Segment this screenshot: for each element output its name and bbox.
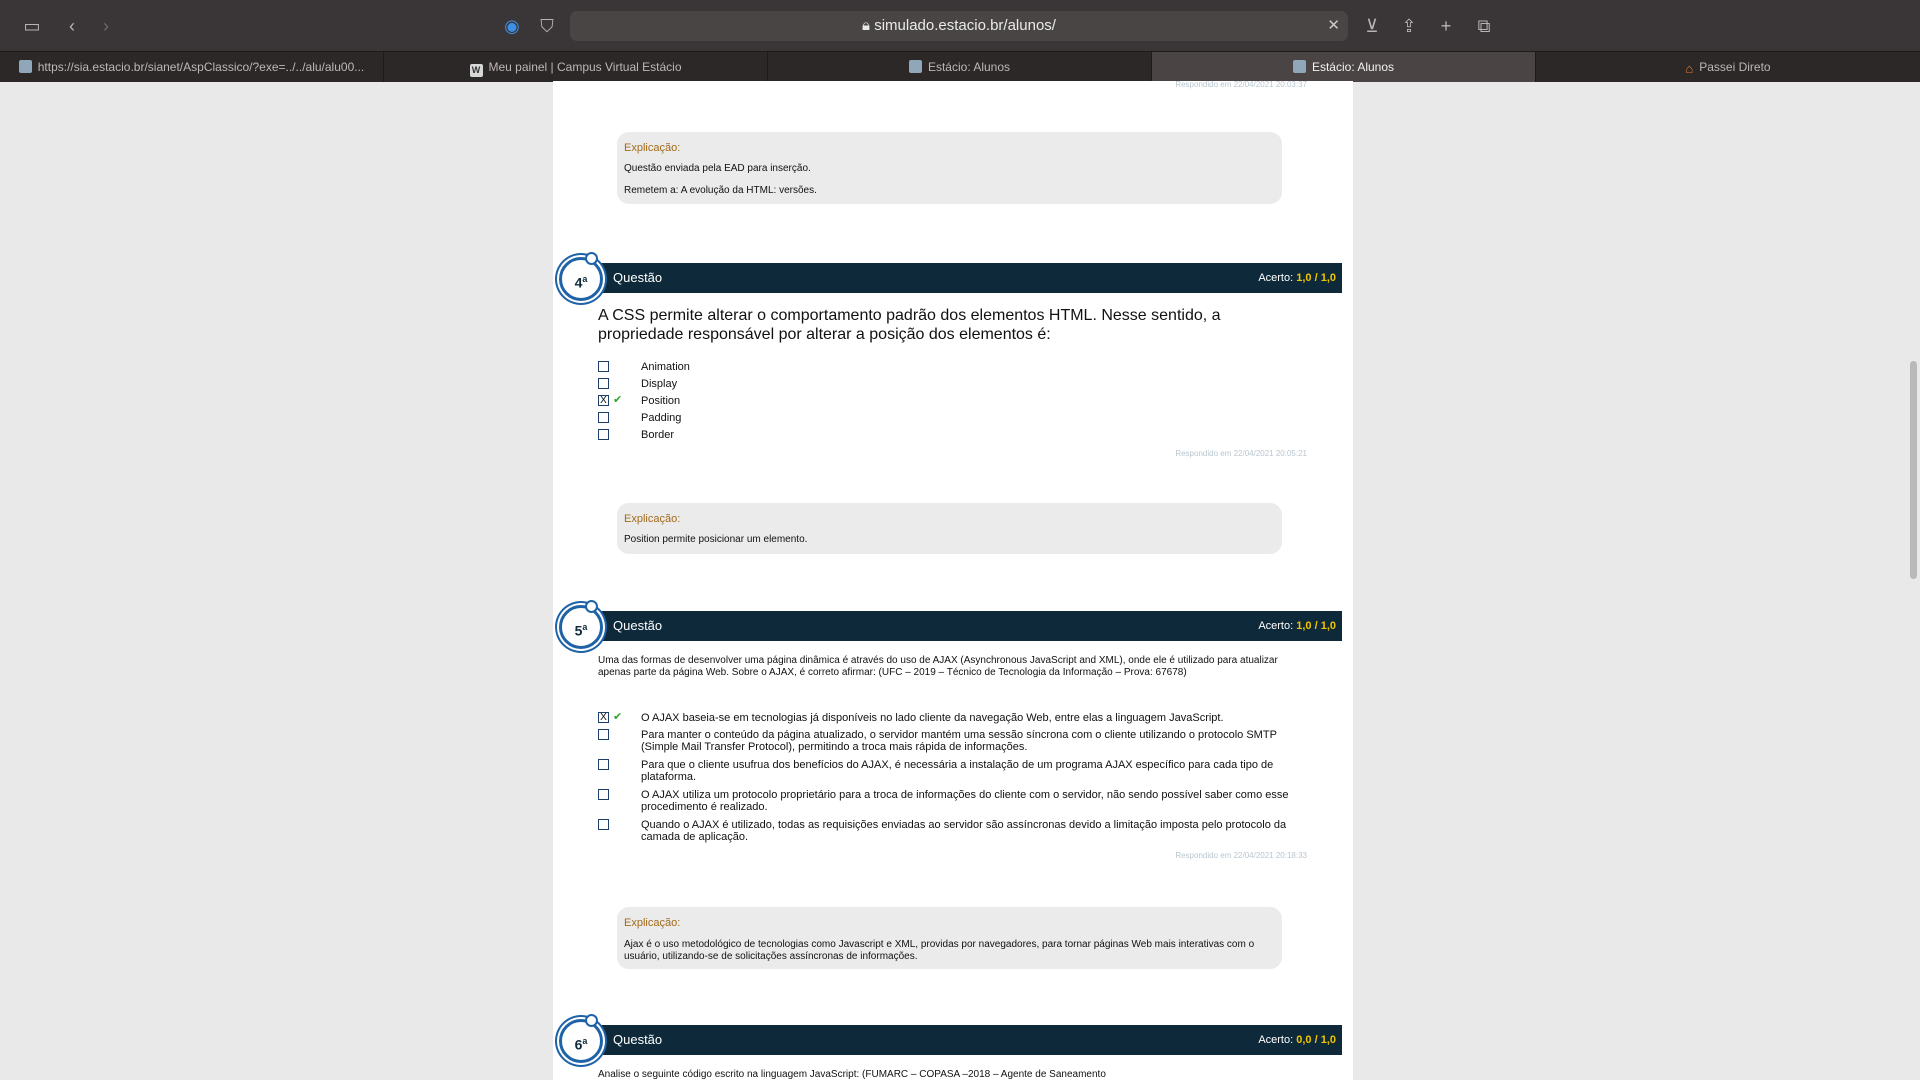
question-text: Analise o seguinte código escrito na lin… xyxy=(598,1069,1106,1080)
sidebar-toggle-icon[interactable]: ▭ xyxy=(18,12,46,40)
option-checkbox[interactable] xyxy=(598,759,609,770)
correct-check-icon: ✔ xyxy=(613,394,623,406)
question-title: Questão xyxy=(613,270,663,285)
page-viewport: Respondido em 22/04/2021 20:03:37 Explic… xyxy=(0,81,1920,1080)
question-score: Acerto: 1,0 / 1,0 xyxy=(1258,620,1336,632)
question-header: Questão Acerto: 0,0 / 1,0 xyxy=(569,1025,1342,1055)
question-title: Questão xyxy=(613,618,663,633)
back-icon[interactable]: ‹ xyxy=(58,12,86,40)
option-checkbox[interactable]: X xyxy=(598,395,609,406)
explanation-box: Explicação: Position permite posicionar … xyxy=(617,503,1282,554)
explanation-title: Explicação: xyxy=(624,142,681,154)
question-text: Uma das formas de desenvolver uma página… xyxy=(598,655,1278,678)
responded-timestamp: Respondido em 22/04/2021 20:03:37 xyxy=(1175,81,1307,89)
lock-icon: 🔒︎ xyxy=(862,17,875,34)
option-checkbox[interactable] xyxy=(598,412,609,423)
explanation-text: Ajax é o uso metodológico de tecnologias… xyxy=(624,939,1255,962)
correct-check-icon: ✔ xyxy=(613,711,623,723)
question-number-badge: 5a xyxy=(559,605,603,649)
explanation-title: Explicação: xyxy=(624,917,681,929)
explanation-box: Explicação: Ajax é o uso metodológico de… xyxy=(617,907,1282,969)
question-header: Questão Acerto: 1,0 / 1,0 xyxy=(569,611,1342,641)
site-icon xyxy=(18,60,32,73)
option-checkbox[interactable] xyxy=(598,361,609,372)
question-title: Questão xyxy=(613,1032,663,1047)
option-checkbox[interactable] xyxy=(598,729,609,740)
share-icon[interactable]: ⇪ xyxy=(1395,12,1423,40)
explanation-text: Questão enviada pela EAD para inserção. xyxy=(624,163,811,174)
responded-timestamp: Respondido em 22/04/2021 20:05:21 xyxy=(1175,449,1307,458)
tab-sia[interactable]: https://sia.estacio.br/sianet/AspClassic… xyxy=(0,52,384,82)
scrollbar-thumb[interactable] xyxy=(1910,361,1917,579)
question-number-badge: 6a xyxy=(559,1019,603,1063)
explanation-title: Explicação: xyxy=(624,513,681,525)
site-icon xyxy=(908,60,922,73)
site-icon xyxy=(1292,60,1306,73)
option-checkbox[interactable] xyxy=(598,378,609,389)
question-score: Acerto: 1,0 / 1,0 xyxy=(1258,272,1336,284)
option-checkbox[interactable] xyxy=(598,819,609,830)
tab-overview-icon[interactable]: ⧉ xyxy=(1470,12,1498,40)
url-text: 🔒︎ simulado.estacio.br/alunos/ xyxy=(862,17,1056,34)
badge-dot xyxy=(585,1014,598,1027)
responded-timestamp: Respondido em 22/04/2021 20:18:33 xyxy=(1175,851,1307,860)
question-header: Questão Acerto: 1,0 / 1,0 xyxy=(569,263,1342,293)
graduation-cap-icon: ⌂ xyxy=(1685,61,1694,76)
w-logo-icon: W xyxy=(469,64,483,77)
question-number-badge: 4a xyxy=(559,257,603,301)
page-scrollbar[interactable] xyxy=(1907,81,1920,1080)
explanation-box: Explicação: Questão enviada pela EAD par… xyxy=(617,132,1282,204)
downloads-icon[interactable]: ⊻ xyxy=(1358,12,1386,40)
option-checkbox[interactable]: X xyxy=(598,712,609,723)
address-bar[interactable]: 🔒︎ simulado.estacio.br/alunos/ ✕ xyxy=(570,11,1348,41)
extension-icon[interactable]: ◉ xyxy=(498,12,526,40)
explanation-text: Position permite posicionar um elemento. xyxy=(624,534,808,545)
question-score: Acerto: 0,0 / 1,0 xyxy=(1258,1034,1336,1046)
new-tab-icon[interactable]: + xyxy=(1432,12,1460,40)
tab-bar: https://sia.estacio.br/sianet/AspClassic… xyxy=(0,51,1920,82)
privacy-shield-icon[interactable]: ⛉ xyxy=(533,12,561,40)
tab-passei-direto[interactable]: ⌂ Passei Direto xyxy=(1536,52,1920,82)
option-checkbox[interactable] xyxy=(598,789,609,800)
tab-estacio-alunos-2[interactable]: Estácio: Alunos xyxy=(1152,52,1536,82)
clear-url-icon[interactable]: ✕ xyxy=(1327,11,1340,41)
browser-toolbar: ▭ ‹ › ◉ ⛉ 🔒︎ simulado.estacio.br/alunos/… xyxy=(0,0,1920,51)
option-checkbox[interactable] xyxy=(598,429,609,440)
explanation-text: Remetem a: A evolução da HTML: versões. xyxy=(624,185,817,196)
tab-estacio-alunos-1[interactable]: Estácio: Alunos xyxy=(768,52,1152,82)
badge-dot xyxy=(585,252,598,265)
forward-icon[interactable]: › xyxy=(92,12,120,40)
tab-campus-virtual[interactable]: W Meu painel | Campus Virtual Estácio xyxy=(384,52,768,82)
exam-page: Respondido em 22/04/2021 20:03:37 Explic… xyxy=(553,81,1353,1080)
badge-dot xyxy=(585,600,598,613)
question-text: A CSS permite alterar o comportamento pa… xyxy=(598,307,1221,343)
